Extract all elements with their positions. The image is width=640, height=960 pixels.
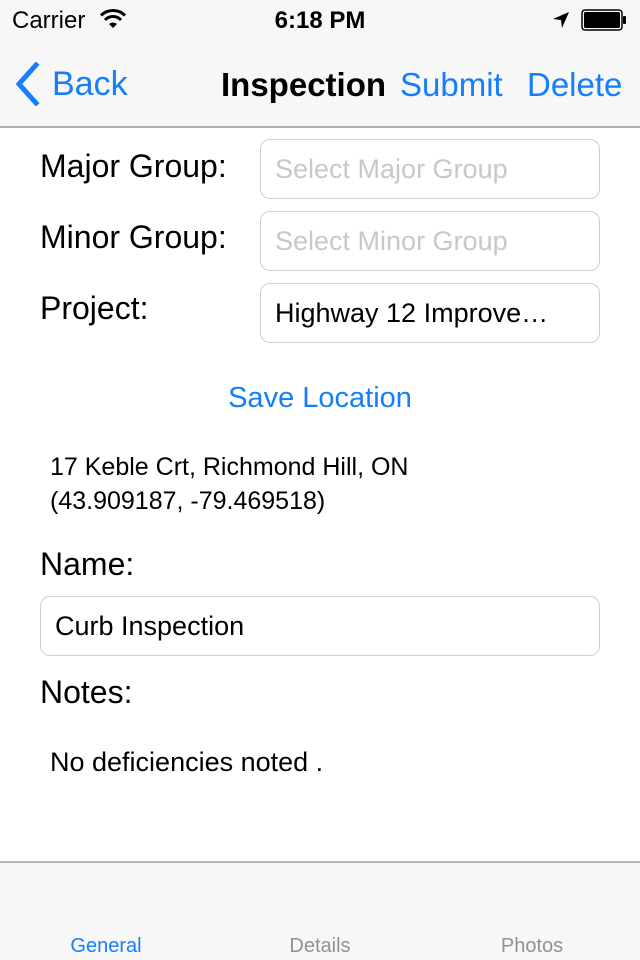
location-arrow-icon — [553, 12, 569, 28]
clock: 6:18 PM — [274, 7, 366, 34]
tab-details[interactable]: Details — [240, 935, 400, 958]
project-field[interactable]: Highway 12 Improve… — [260, 283, 600, 343]
delete-button[interactable]: Delete — [527, 66, 622, 104]
save-location-button[interactable]: Save Location — [0, 382, 640, 415]
minor-group-label: Minor Group: — [40, 219, 227, 255]
tab-general[interactable]: General — [26, 935, 186, 958]
chevron-left-icon — [15, 62, 40, 106]
back-label: Back — [52, 64, 128, 103]
tab-bar: General Details Photos — [0, 861, 640, 960]
major-group-label: Major Group: — [40, 148, 227, 184]
status-bar: Carrier 6:18 PM — [0, 0, 640, 40]
back-button[interactable]: Back — [14, 62, 128, 106]
name-field[interactable]: Curb Inspection — [40, 596, 600, 656]
address-line: 17 Keble Crt, Richmond Hill, ON — [50, 453, 409, 481]
minor-group-field[interactable]: Select Minor Group — [260, 211, 600, 271]
tab-photos[interactable]: Photos — [452, 935, 612, 958]
project-label: Project: — [40, 290, 149, 326]
battery-icon — [581, 9, 626, 31]
name-label: Name: — [40, 546, 135, 582]
notes-textarea[interactable]: No deficiencies noted . — [50, 747, 323, 778]
major-group-field[interactable]: Select Major Group — [260, 139, 600, 199]
navigation-bar: Back Inspection Submit Delete — [0, 40, 640, 128]
coordinates: (43.909187, -79.469518) — [50, 487, 326, 515]
submit-button[interactable]: Submit — [400, 66, 503, 104]
page-title: Inspection — [221, 66, 387, 103]
notes-label: Notes: — [40, 674, 133, 710]
location-address: 17 Keble Crt, Richmond Hill, ON (43.9091… — [50, 450, 408, 518]
